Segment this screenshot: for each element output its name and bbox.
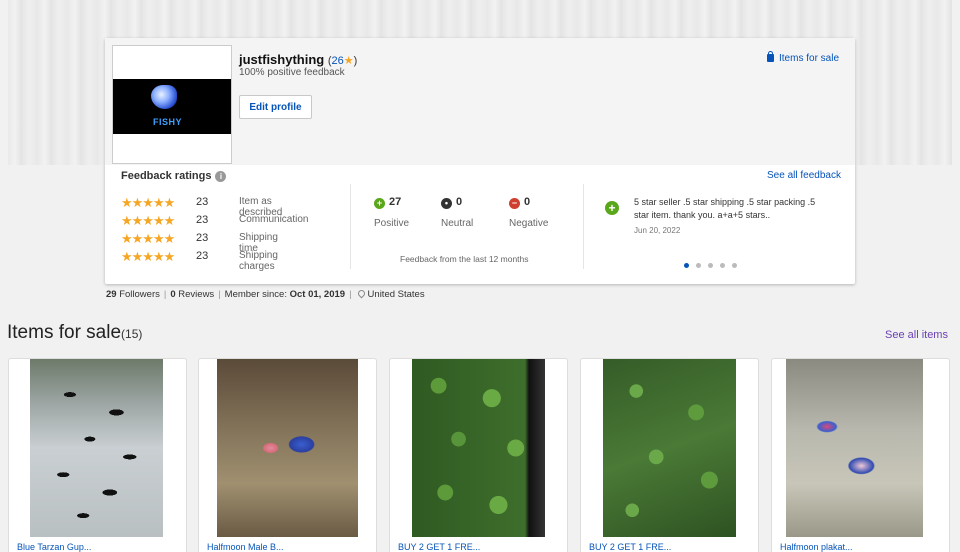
followers-count: 29 xyxy=(106,289,117,300)
minus-circle-icon: − xyxy=(509,198,520,209)
feedback-ratings-label: Feedback ratings xyxy=(121,170,212,182)
lock-icon xyxy=(767,51,774,62)
items-for-sale-heading: Items for sale(15) xyxy=(7,322,142,344)
items-for-sale-link[interactable]: Items for sale xyxy=(767,51,840,64)
items-for-sale-title: Items for sale xyxy=(7,322,122,343)
rating-count: 23 xyxy=(196,196,209,208)
item-title[interactable]: Halfmoon Male B... xyxy=(207,542,284,552)
score-close: ) xyxy=(353,55,358,67)
item-image[interactable] xyxy=(30,359,163,537)
feedback-carousel-dots xyxy=(684,255,744,273)
carousel-dot[interactable] xyxy=(720,263,725,268)
item-image[interactable] xyxy=(786,359,923,537)
avatar-image: FISHY xyxy=(113,79,231,134)
seller-name-row: justfishything (26★) xyxy=(239,52,357,67)
neutral-count: • 0 Neutral xyxy=(441,196,473,229)
positive-count-value: 27 xyxy=(389,196,402,208)
item-card[interactable]: Halfmoon plakat... xyxy=(771,358,950,552)
carousel-dot[interactable] xyxy=(684,263,689,268)
five-star-icon: ★★★★★ xyxy=(121,231,175,246)
negative-count-label: Negative xyxy=(509,218,549,229)
rating-count: 23 xyxy=(196,214,209,226)
betta-fish-icon xyxy=(151,85,177,109)
item-image[interactable] xyxy=(603,359,736,537)
seller-profile-card: FISHY justfishything (26★) 100% positive… xyxy=(105,38,855,284)
see-all-items-link[interactable]: See all items xyxy=(885,329,948,341)
item-title[interactable]: Blue Tarzan Gup... xyxy=(17,542,91,552)
location: United States xyxy=(367,289,425,300)
item-image[interactable] xyxy=(412,359,545,537)
stats-separator: | xyxy=(349,289,352,300)
reviews-label: Reviews xyxy=(178,289,215,300)
positive-feedback-percent: 100% positive feedback xyxy=(239,67,345,78)
edit-profile-button[interactable]: Edit profile xyxy=(239,95,312,119)
divider xyxy=(350,184,351,269)
positive-count: +27 Positive xyxy=(374,196,409,229)
divider xyxy=(583,184,584,269)
item-card[interactable]: Halfmoon Male B... xyxy=(198,358,377,552)
plus-circle-icon: + xyxy=(374,198,385,209)
five-star-icon: ★★★★★ xyxy=(121,195,175,210)
location-pin-icon xyxy=(356,288,366,299)
feedback-comment-text: 5 star seller .5 star shipping .5 star p… xyxy=(634,197,816,220)
negative-count-value: 0 xyxy=(524,196,531,208)
info-icon[interactable]: i xyxy=(215,171,227,182)
member-since-label: Member since: xyxy=(224,289,287,300)
items-for-sale-link-label: Items for sale xyxy=(779,53,840,64)
stats-separator: | xyxy=(163,289,167,300)
carousel-dot[interactable] xyxy=(696,263,701,268)
positive-comment-icon: + xyxy=(605,201,619,215)
neutral-count-label: Neutral xyxy=(441,218,474,229)
rating-label: Communication xyxy=(239,214,309,225)
seller-name[interactable]: justfishything xyxy=(239,52,324,67)
avatar[interactable]: FISHY xyxy=(112,45,232,164)
feedback-comment-date: Jun 20, 2022 xyxy=(634,226,681,235)
item-card[interactable]: BUY 2 GET 1 FRE... xyxy=(389,358,568,552)
feedback-score[interactable]: (26★) xyxy=(328,55,357,67)
stats-separator: | xyxy=(218,289,221,300)
items-count: (15) xyxy=(121,327,143,341)
feedback-period-label: Feedback from the last 12 months xyxy=(400,254,529,264)
negative-count: −0 Negative xyxy=(509,196,548,229)
star-icon: ★ xyxy=(343,55,354,67)
neutral-count-value: 0 xyxy=(456,196,463,208)
followers-label: Followers xyxy=(119,289,160,300)
positive-count-label: Positive xyxy=(374,218,410,229)
item-title[interactable]: BUY 2 GET 1 FRE... xyxy=(589,542,671,552)
see-all-feedback-link[interactable]: See all feedback xyxy=(767,170,841,181)
five-star-icon: ★★★★★ xyxy=(121,249,175,264)
carousel-dot[interactable] xyxy=(732,263,737,268)
item-card[interactable]: BUY 2 GET 1 FRE... xyxy=(580,358,759,552)
item-image[interactable] xyxy=(217,359,358,537)
reviews-count: 0 xyxy=(170,289,176,300)
item-title[interactable]: Halfmoon plakat... xyxy=(780,542,853,552)
rating-label: Shipping charges xyxy=(239,250,278,272)
seller-stats: 29 Followers | 0 Reviews | Member since: Oct… xyxy=(106,288,425,300)
item-card[interactable]: Blue Tarzan Gup... xyxy=(8,358,187,552)
item-title[interactable]: BUY 2 GET 1 FRE... xyxy=(398,542,480,552)
five-star-icon: ★★★★★ xyxy=(121,213,175,228)
carousel-dot[interactable] xyxy=(708,263,713,268)
member-since-date: Oct 01, 2019 xyxy=(289,289,346,300)
score-number: 26 xyxy=(331,55,344,67)
rating-count: 23 xyxy=(196,232,209,244)
neutral-circle-icon: • xyxy=(441,198,452,209)
rating-count: 23 xyxy=(196,250,209,262)
feedback-ratings-title: Feedback ratings i xyxy=(121,170,227,182)
avatar-logo-text: FISHY xyxy=(153,117,183,127)
